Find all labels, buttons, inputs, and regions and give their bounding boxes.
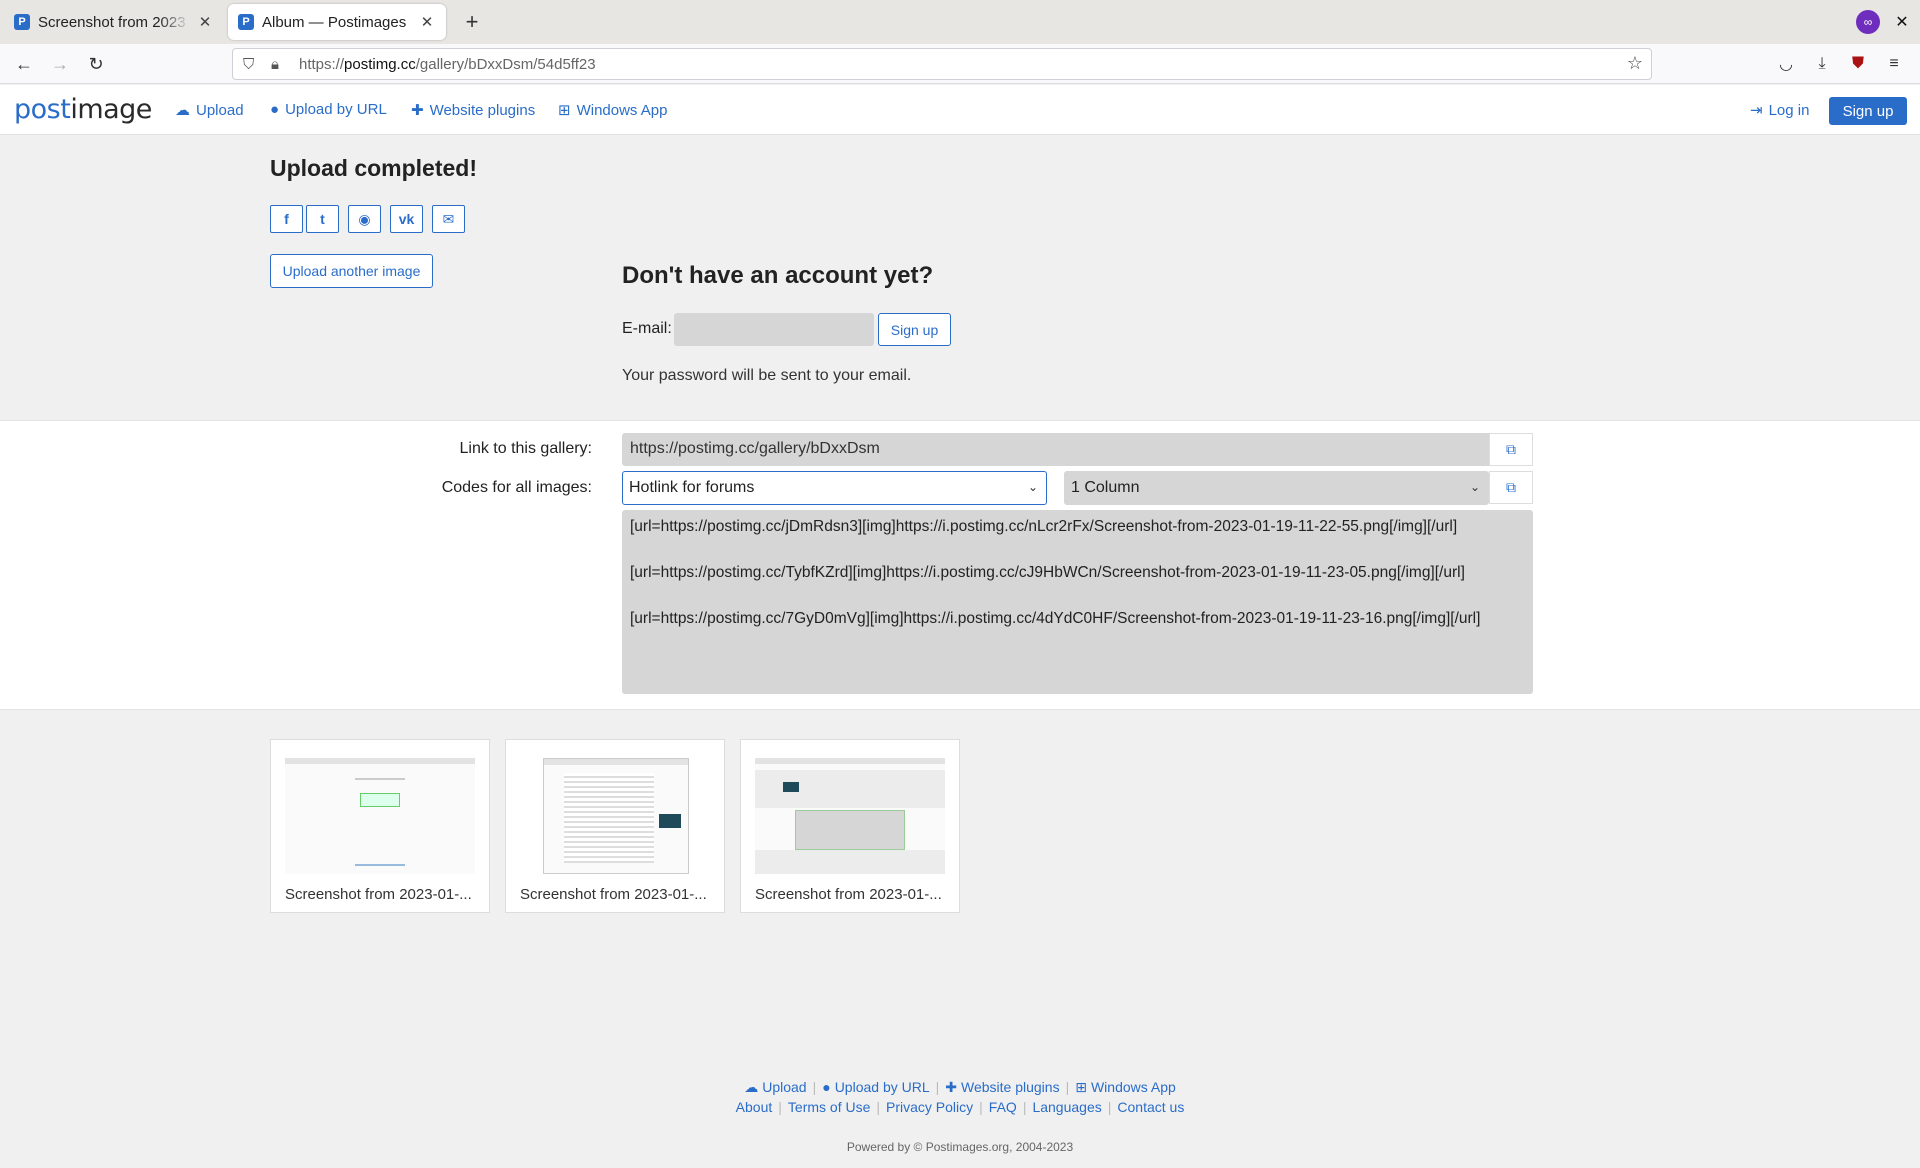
email-icon[interactable]: ✉ bbox=[432, 205, 465, 233]
close-tab-icon[interactable]: ✕ bbox=[196, 13, 214, 31]
email-signup-button[interactable]: Sign up bbox=[878, 313, 951, 346]
download-icon[interactable]: ⤓ bbox=[1808, 50, 1836, 78]
puzzle-icon: ✚ bbox=[411, 102, 424, 119]
chevron-down-icon: ⌄ bbox=[1469, 480, 1480, 494]
postimages-favicon-icon: P bbox=[14, 14, 30, 30]
footer-privacy-link[interactable]: Privacy Policy bbox=[886, 1099, 973, 1115]
nav-upload[interactable]: ☁ Upload bbox=[175, 101, 244, 120]
footer-upload-by-url-link[interactable]: ● Upload by URL bbox=[822, 1079, 929, 1096]
bookmark-star-icon[interactable]: ☆ bbox=[1627, 53, 1643, 74]
tab-title: Screenshot from 2023 01 bbox=[38, 13, 190, 31]
browser-tab-bar: P Screenshot from 2023 01 ✕ P Album — Po… bbox=[0, 0, 1920, 44]
nav-website-plugins[interactable]: ✚ Website plugins bbox=[411, 101, 535, 120]
facebook-icon[interactable]: f bbox=[270, 205, 303, 233]
cloud-upload-icon: ☁ bbox=[744, 1079, 759, 1095]
thumbnail-caption: Screenshot from 2023-01-... bbox=[520, 886, 707, 903]
upload-another-button[interactable]: Upload another image bbox=[270, 254, 433, 288]
tab-title: Album — Postimages bbox=[262, 13, 407, 31]
header-signup-button[interactable]: Sign up bbox=[1829, 97, 1907, 125]
footer-faq-link[interactable]: FAQ bbox=[989, 1099, 1017, 1115]
thumbnail-caption: Screenshot from 2023-01-... bbox=[285, 886, 472, 903]
nav-windows-app[interactable]: ⊞ Windows App bbox=[558, 101, 667, 120]
reddit-icon[interactable]: ◉ bbox=[348, 205, 381, 233]
gallery-thumbnail[interactable]: Screenshot from 2023-01-... bbox=[740, 739, 960, 913]
gallery-thumbnail[interactable]: Screenshot from 2023-01-... bbox=[270, 739, 490, 913]
powered-by-text: Powered by © Postimages.org, 2004-2023 bbox=[846, 1140, 1074, 1154]
windows-icon: ⊞ bbox=[558, 102, 571, 119]
back-arrow-icon[interactable]: ← bbox=[10, 50, 38, 78]
password-note: Your password will be sent to your email… bbox=[622, 367, 912, 384]
thumbnail-image[interactable] bbox=[285, 758, 475, 874]
close-tab-icon[interactable]: ✕ bbox=[418, 13, 436, 31]
puzzle-icon: ✚ bbox=[945, 1079, 957, 1095]
thumbnail-image[interactable] bbox=[543, 758, 689, 874]
shield-icon: ⛉ bbox=[243, 55, 255, 73]
code-line: [url=https://postimg.cc/TybfKZrd][img]ht… bbox=[630, 564, 1465, 581]
url-text: https://postimg.cc/gallery/bDxxDsm/54d5f… bbox=[299, 55, 596, 73]
forward-arrow-icon[interactable]: → bbox=[46, 50, 74, 78]
globe-icon: ● bbox=[270, 101, 280, 118]
nav-upload-by-url[interactable]: ● Upload by URL bbox=[270, 101, 387, 118]
chevron-down-icon: ⌄ bbox=[1027, 480, 1038, 494]
gallery-link-label: Link to this gallery: bbox=[459, 440, 592, 457]
footer-terms-link[interactable]: Terms of Use bbox=[788, 1099, 870, 1115]
login-link[interactable]: ⇥ Log in bbox=[1750, 101, 1809, 120]
browser-tab-album[interactable]: P Album — Postimages ✕ bbox=[228, 4, 446, 40]
copy-link-icon[interactable]: ⧉ bbox=[1489, 433, 1533, 466]
gallery-link-field[interactable]: https://postimg.cc/gallery/bDxxDsm bbox=[622, 433, 1489, 466]
browser-tab-screenshot[interactable]: P Screenshot from 2023 01 ✕ bbox=[4, 4, 224, 40]
footer-nav-primary: ☁ Upload | ● Upload by URL | ✚ Website plugin… bbox=[744, 1079, 1176, 1096]
columns-select[interactable]: 1 Column ⌄ bbox=[1064, 471, 1489, 505]
private-browsing-icon[interactable]: ∞ bbox=[1856, 10, 1880, 34]
globe-icon: ● bbox=[822, 1079, 831, 1095]
gallery-thumbnail[interactable]: Screenshot from 2023-01-... bbox=[505, 739, 725, 913]
twitter-icon[interactable]: t bbox=[306, 205, 339, 233]
footer-contact-link[interactable]: Contact us bbox=[1117, 1099, 1184, 1115]
windows-icon: ⊞ bbox=[1075, 1079, 1087, 1095]
thumbnail-caption: Screenshot from 2023-01-... bbox=[755, 886, 942, 903]
footer-website-plugins-link[interactable]: ✚ Website plugins bbox=[945, 1079, 1059, 1096]
postimages-favicon-icon: P bbox=[238, 14, 254, 30]
thumbnail-image[interactable] bbox=[755, 758, 945, 874]
codes-textarea[interactable]: [url=https://postimg.cc/jDmRdsn3][img]ht… bbox=[622, 510, 1533, 694]
address-bar[interactable]: ⛉ 🔒︎ https://postimg.cc/gallery/bDxxDsm/… bbox=[232, 48, 1652, 80]
postimage-logo[interactable]: postimage bbox=[14, 94, 152, 125]
account-heading: Don't have an account yet? bbox=[622, 262, 934, 289]
browser-nav-bar: ← → ↻ ⛉ 🔒︎ https://postimg.cc/gallery/bD… bbox=[0, 44, 1920, 84]
ublock-shield-icon[interactable]: ⛊ bbox=[1844, 50, 1872, 78]
footer-windows-app-link[interactable]: ⊞ Windows App bbox=[1075, 1079, 1176, 1096]
format-select[interactable]: Hotlink for forums ⌄ bbox=[622, 471, 1047, 505]
window-close-icon[interactable]: ✕ bbox=[1890, 10, 1914, 34]
vk-icon[interactable]: vk bbox=[390, 205, 423, 233]
code-line: [url=https://postimg.cc/jDmRdsn3][img]ht… bbox=[630, 518, 1458, 535]
pocket-icon[interactable]: ◡ bbox=[1772, 50, 1800, 78]
sign-in-icon: ⇥ bbox=[1750, 102, 1763, 119]
footer-about-link[interactable]: About bbox=[736, 1099, 773, 1115]
code-line: [url=https://postimg.cc/7GyD0mVg][img]ht… bbox=[630, 610, 1481, 627]
copy-codes-icon[interactable]: ⧉ bbox=[1489, 471, 1533, 504]
cloud-upload-icon: ☁ bbox=[175, 102, 190, 119]
codes-section: Link to this gallery: https://postimg.cc… bbox=[0, 420, 1920, 710]
menu-hamburger-icon[interactable]: ≡ bbox=[1880, 50, 1908, 78]
page-title: Upload completed! bbox=[270, 155, 478, 181]
footer-languages-link[interactable]: Languages bbox=[1032, 1099, 1101, 1115]
email-input[interactable] bbox=[674, 313, 874, 346]
email-label: E-mail: bbox=[622, 320, 672, 337]
footer-nav-secondary: About | Terms of Use | Privacy Policy | FAQ… bbox=[735, 1099, 1185, 1115]
site-header: postimage ☁ Upload ● Upload by URL ✚ Websit… bbox=[0, 85, 1920, 135]
lock-icon: 🔒︎ bbox=[271, 55, 279, 73]
footer-upload-link[interactable]: ☁ Upload bbox=[744, 1079, 806, 1096]
new-tab-icon[interactable]: + bbox=[458, 8, 486, 36]
reload-icon[interactable]: ↻ bbox=[82, 50, 110, 78]
codes-label: Codes for all images: bbox=[441, 479, 592, 496]
